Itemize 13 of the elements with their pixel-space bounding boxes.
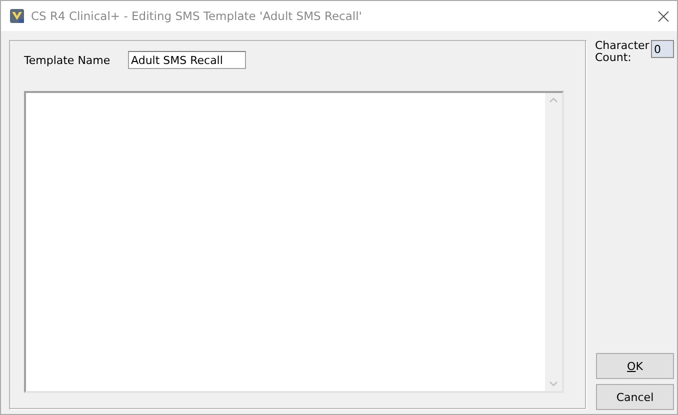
cancel-button[interactable]: Cancel bbox=[596, 384, 674, 410]
scrollbar[interactable] bbox=[545, 93, 562, 391]
window-title: CS R4 Clinical+ - Editing SMS Template 'Adult SMS Recall' bbox=[31, 9, 363, 23]
character-count-label: Character Count: bbox=[595, 40, 647, 64]
template-name-label: Template Name bbox=[24, 54, 112, 66]
character-count-field[interactable]: 0 bbox=[651, 40, 674, 58]
message-text-area[interactable] bbox=[24, 91, 564, 393]
app-icon bbox=[9, 8, 25, 24]
template-name-field[interactable]: Adult SMS Recall bbox=[128, 51, 246, 69]
ok-button[interactable]: OK bbox=[596, 353, 674, 379]
scroll-down-icon[interactable] bbox=[549, 381, 558, 387]
close-icon[interactable] bbox=[658, 10, 669, 22]
scroll-up-icon[interactable] bbox=[549, 97, 558, 103]
